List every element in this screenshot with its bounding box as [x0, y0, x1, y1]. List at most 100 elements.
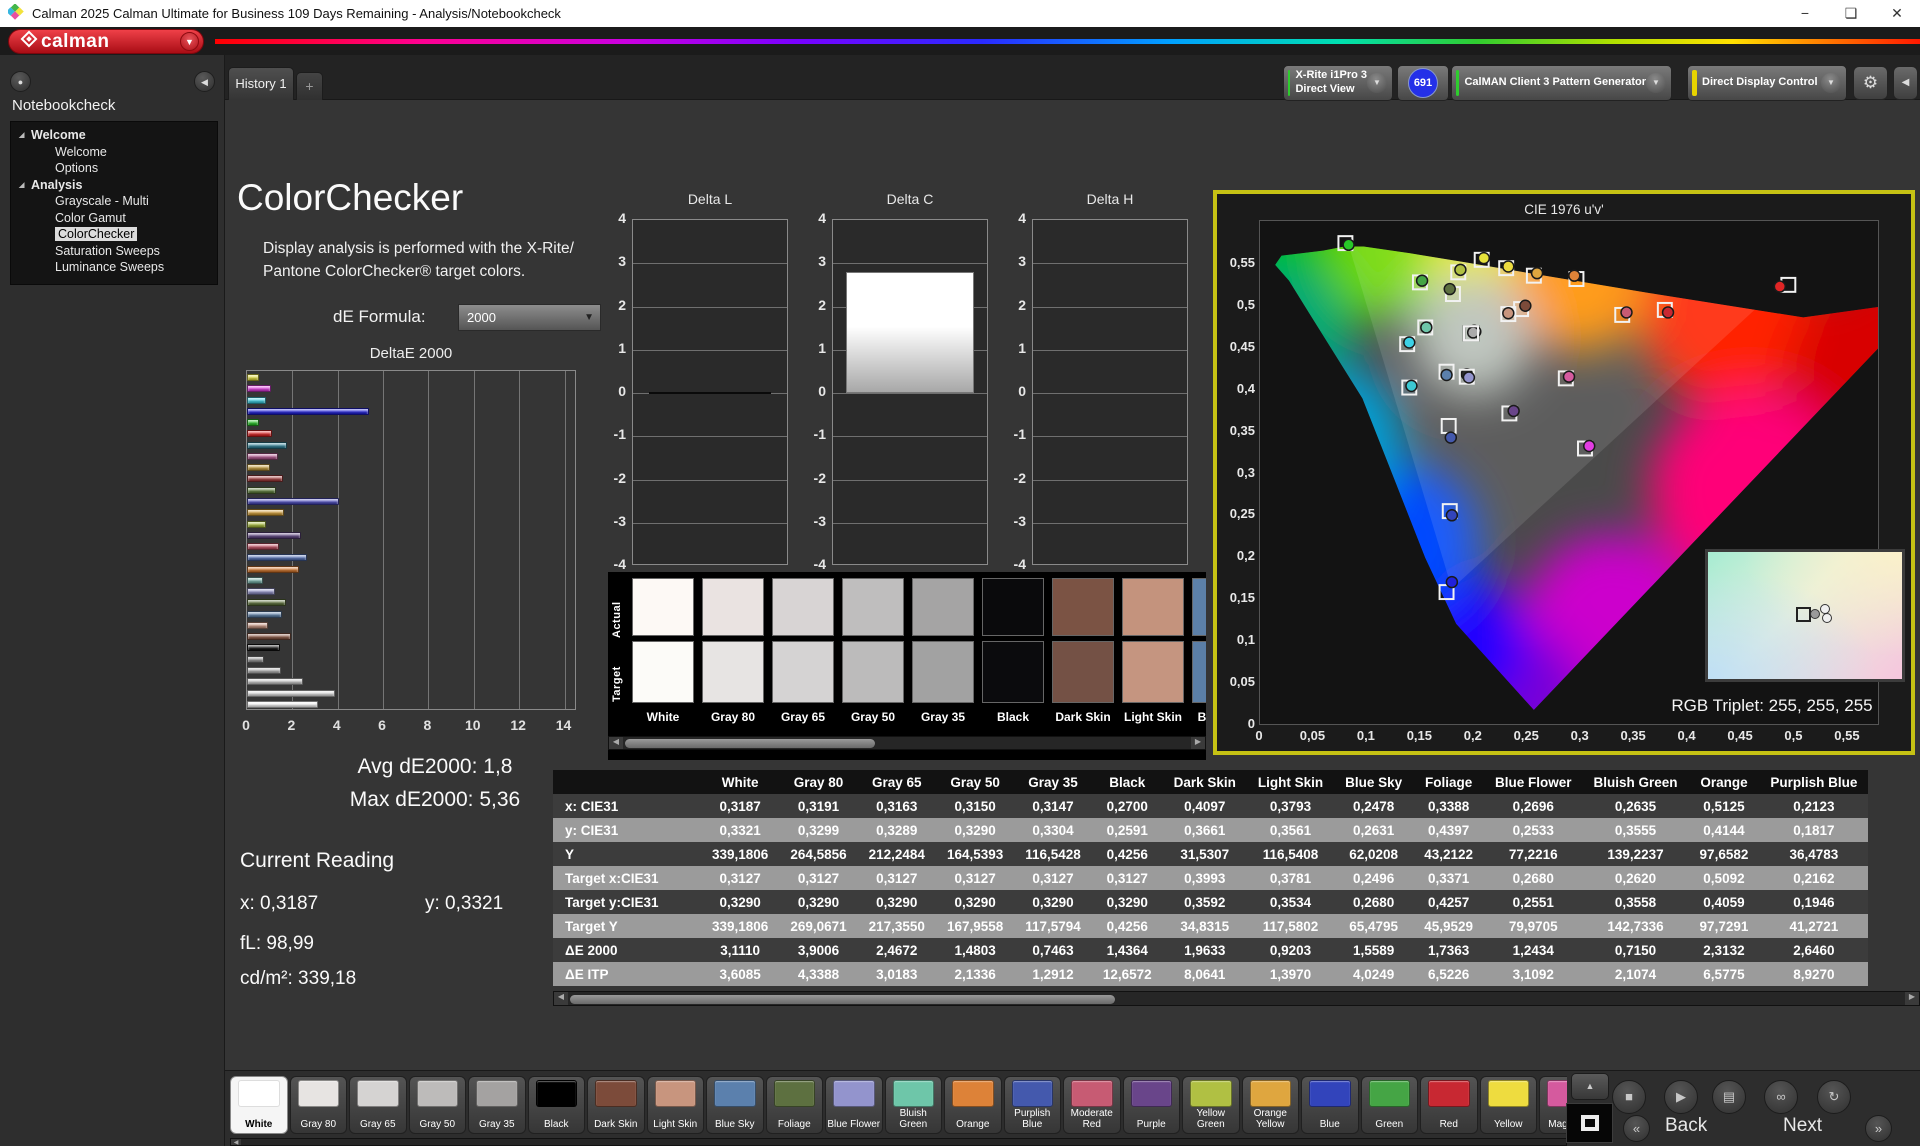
- minimize-icon[interactable]: −: [1782, 5, 1828, 22]
- x-tick-label: 6: [369, 717, 395, 733]
- close-icon[interactable]: ✕: [1874, 5, 1920, 22]
- table-cell: 3,0183: [858, 962, 936, 986]
- toolbar-collapse-icon[interactable]: ◀: [1893, 66, 1918, 100]
- pattern-preview-icon: [1581, 1115, 1599, 1131]
- rainbow-strip: [215, 39, 1920, 44]
- gridline: [292, 371, 293, 709]
- scrollbar-thumb[interactable]: [625, 739, 875, 748]
- pattern-swatch: [357, 1080, 399, 1107]
- workflow-options-button[interactable]: ●: [10, 71, 31, 92]
- pattern-button-magenta[interactable]: Magenta: [1539, 1076, 1567, 1134]
- scroll-left-icon[interactable]: ◀: [231, 1139, 241, 1145]
- meter-badge-button[interactable]: 691: [1397, 65, 1449, 101]
- sidebar-item-luminance-sweeps[interactable]: Luminance Sweeps: [11, 259, 217, 276]
- current-x: x: 0,3187: [240, 893, 318, 915]
- pattern-button-moderate-red[interactable]: Moderate Red: [1063, 1076, 1121, 1134]
- pattern-button-light-skin[interactable]: Light Skin: [647, 1076, 705, 1134]
- sidebar-item-welcome[interactable]: ◢Welcome: [11, 127, 217, 144]
- scroll-left-icon[interactable]: ◀: [554, 992, 568, 1005]
- scrollbar-thumb[interactable]: [570, 995, 1115, 1004]
- pattern-button-yellow-green[interactable]: Yellow Green: [1182, 1076, 1240, 1134]
- chevron-down-icon[interactable]: ▼: [1367, 73, 1387, 93]
- sidebar-item-color-gamut[interactable]: Color Gamut: [11, 210, 217, 227]
- logo-dropdown-icon[interactable]: ▼: [180, 32, 199, 51]
- meter-dropdown[interactable]: X-Rite i1Pro 3 Direct View ▼: [1283, 65, 1393, 101]
- expander-icon[interactable]: ◢: [19, 131, 29, 139]
- pattern-button-bluish-green[interactable]: Bluish Green: [885, 1076, 943, 1134]
- sidebar-item-welcome[interactable]: Welcome: [11, 144, 217, 161]
- chevron-down-icon[interactable]: ▼: [1821, 73, 1841, 93]
- pattern-button-black[interactable]: Black: [528, 1076, 586, 1134]
- stop-icon[interactable]: ■: [1612, 1080, 1646, 1114]
- add-tab-button[interactable]: +: [296, 72, 323, 100]
- deltae-chart-title: DeltaE 2000: [246, 345, 576, 362]
- sidebar-item-options[interactable]: Options: [11, 160, 217, 177]
- loop-icon[interactable]: ∞: [1764, 1080, 1798, 1114]
- table-cell: 0,2533: [1484, 818, 1583, 842]
- calman-menu-button[interactable]: calman ▼: [8, 29, 204, 54]
- pattern-button-blue[interactable]: Blue: [1301, 1076, 1359, 1134]
- pattern-button-foliage[interactable]: Foliage: [766, 1076, 824, 1134]
- de-bar-orange: [247, 566, 299, 573]
- next-chevron-icon[interactable]: »: [1865, 1115, 1892, 1142]
- pattern-bar: WhiteGray 80Gray 65Gray 50Gray 35BlackDa…: [225, 1070, 1920, 1146]
- display-control-dropdown[interactable]: Direct Display Control ▼: [1687, 65, 1847, 101]
- pattern-button-purplish-blue[interactable]: Purplish Blue: [1004, 1076, 1062, 1134]
- de-formula-select[interactable]: 2000 ▼: [458, 304, 601, 331]
- next-button[interactable]: Next: [1783, 1115, 1822, 1137]
- pattern-button-gray-50[interactable]: Gray 50: [409, 1076, 467, 1134]
- pattern-button-dark-skin[interactable]: Dark Skin: [587, 1076, 645, 1134]
- pattern-button-orange[interactable]: Orange: [944, 1076, 1002, 1134]
- refresh-icon[interactable]: ↻: [1817, 1080, 1851, 1114]
- table-cell: 0,2620: [1583, 866, 1689, 890]
- scroll-right-icon[interactable]: ▶: [1191, 737, 1205, 749]
- measured-dot-cyan: [1406, 380, 1417, 391]
- measured-dot-blue-sky: [1441, 370, 1452, 381]
- pattern-swatch: [476, 1080, 518, 1107]
- y-tick-label: -1: [996, 426, 1026, 442]
- row-label: ΔE ITP: [553, 962, 701, 986]
- pattern-button-purple[interactable]: Purple: [1123, 1076, 1181, 1134]
- tab-history-1[interactable]: History 1: [228, 67, 294, 100]
- sidebar-item-grayscale-multi[interactable]: Grayscale - Multi: [11, 193, 217, 210]
- gear-icon[interactable]: ⚙: [1853, 66, 1888, 100]
- table-scrollbar[interactable]: ◀ ▶: [553, 991, 1920, 1006]
- table-cell: 117,5794: [1014, 914, 1092, 938]
- sidebar-collapse-icon[interactable]: ◀: [194, 71, 215, 92]
- maximize-icon[interactable]: ❏: [1828, 5, 1874, 22]
- measured-dot-light-skin: [1503, 308, 1514, 319]
- pattern-swatch: [833, 1080, 875, 1107]
- play-icon[interactable]: ▶: [1664, 1080, 1698, 1114]
- pattern-button-blue-flower[interactable]: Blue Flower: [825, 1076, 883, 1134]
- chevron-down-icon[interactable]: ▼: [1646, 73, 1666, 93]
- table-cell: 1,2434: [1484, 938, 1583, 962]
- pattern-bar-scrollbar[interactable]: ◀: [230, 1138, 1567, 1146]
- save-icon[interactable]: ▤: [1712, 1080, 1746, 1114]
- pattern-button-gray-80[interactable]: Gray 80: [290, 1076, 348, 1134]
- expand-pattern-bar-icon[interactable]: ▲: [1571, 1073, 1609, 1100]
- x-tick-label: 12: [505, 717, 531, 733]
- sidebar-item-analysis[interactable]: ◢Analysis: [11, 177, 217, 194]
- pattern-button-red[interactable]: Red: [1420, 1076, 1478, 1134]
- pattern-button-orange-yellow[interactable]: Orange Yellow: [1242, 1076, 1300, 1134]
- pattern-button-gray-35[interactable]: Gray 35: [468, 1076, 526, 1134]
- back-chevron-icon[interactable]: «: [1623, 1115, 1650, 1142]
- pattern-preview-window[interactable]: [1566, 1103, 1613, 1143]
- x-tick-label: 4: [324, 717, 350, 733]
- table-cell: 217,3550: [858, 914, 936, 938]
- pattern-generator-dropdown[interactable]: CalMAN Client 3 Pattern Generator ▼: [1451, 65, 1672, 101]
- pattern-button-gray-65[interactable]: Gray 65: [349, 1076, 407, 1134]
- scroll-left-icon[interactable]: ◀: [609, 737, 623, 749]
- y-tick-label: -2: [996, 470, 1026, 486]
- expander-icon[interactable]: ◢: [19, 181, 29, 189]
- sidebar-item-saturation-sweeps[interactable]: Saturation Sweeps: [11, 243, 217, 260]
- actual-row-label: Actual: [611, 580, 625, 638]
- pattern-button-green[interactable]: Green: [1361, 1076, 1419, 1134]
- pattern-button-yellow[interactable]: Yellow: [1480, 1076, 1538, 1134]
- swatch-strip-scrollbar[interactable]: ◀▶: [608, 736, 1206, 750]
- pattern-button-white[interactable]: White: [230, 1076, 288, 1134]
- scroll-right-icon[interactable]: ▶: [1905, 992, 1919, 1005]
- back-button[interactable]: Back: [1665, 1115, 1707, 1137]
- pattern-button-blue-sky[interactable]: Blue Sky: [706, 1076, 764, 1134]
- sidebar-item-colorchecker[interactable]: ColorChecker: [11, 226, 217, 243]
